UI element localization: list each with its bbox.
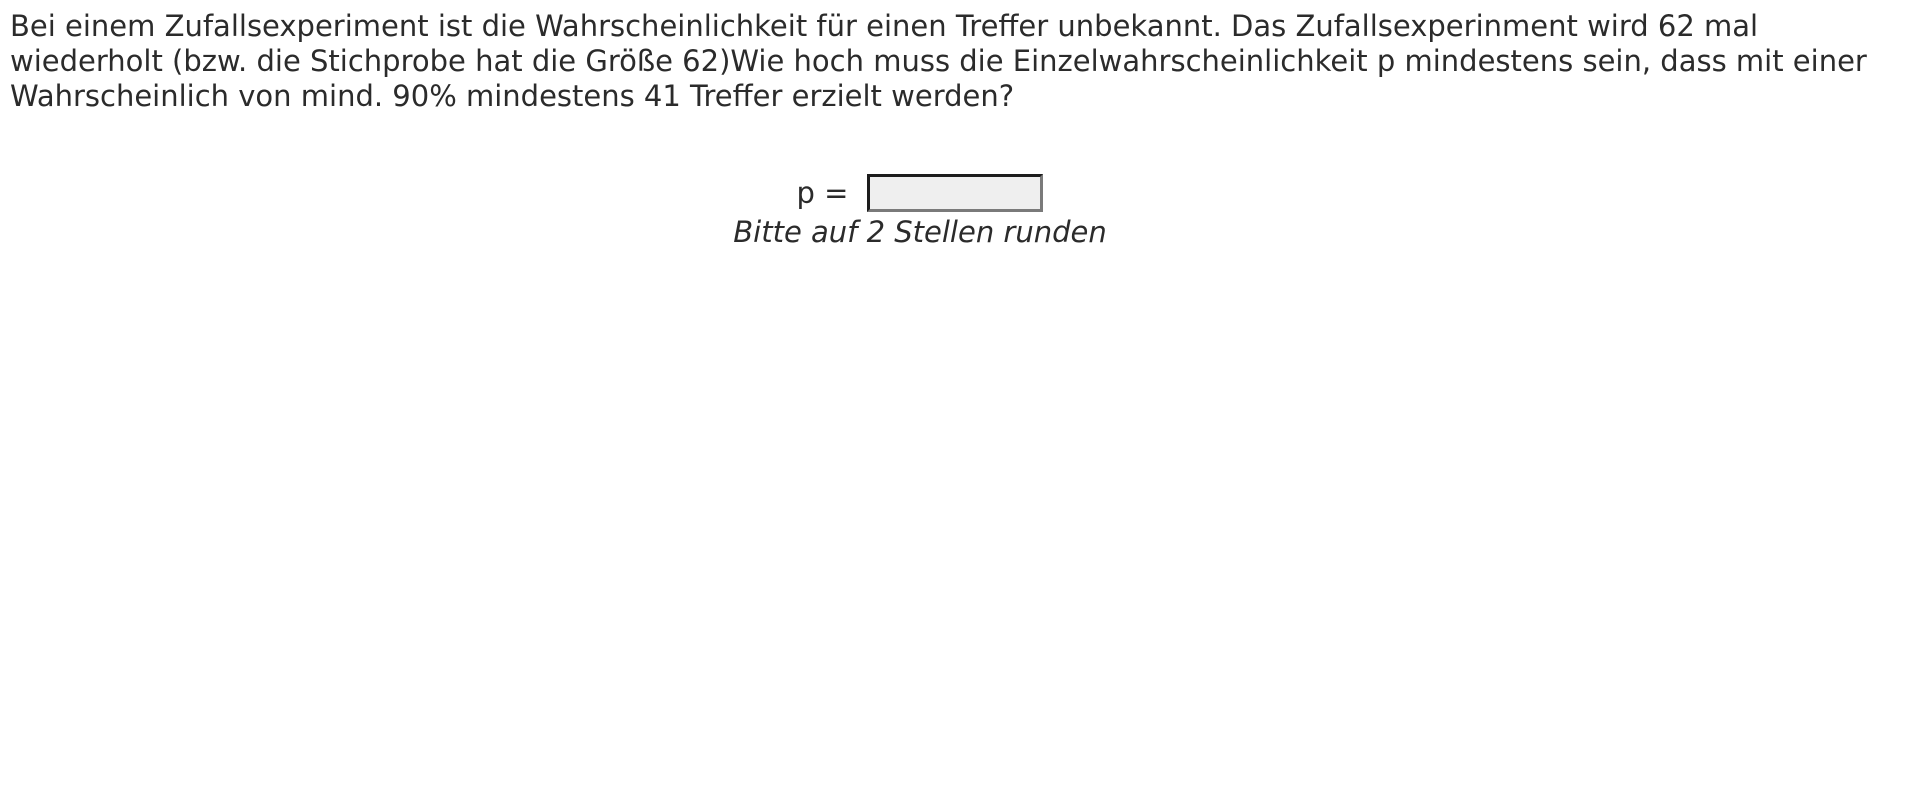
question-text: Bei einem Zufallsexperiment ist die Wahr… (10, 9, 1867, 113)
rounding-hint: Bitte auf 2 Stellen runden (733, 215, 1107, 249)
answer-row: p = (0, 174, 1840, 212)
answer-label: p = (796, 176, 849, 210)
answer-input[interactable] (867, 174, 1044, 212)
